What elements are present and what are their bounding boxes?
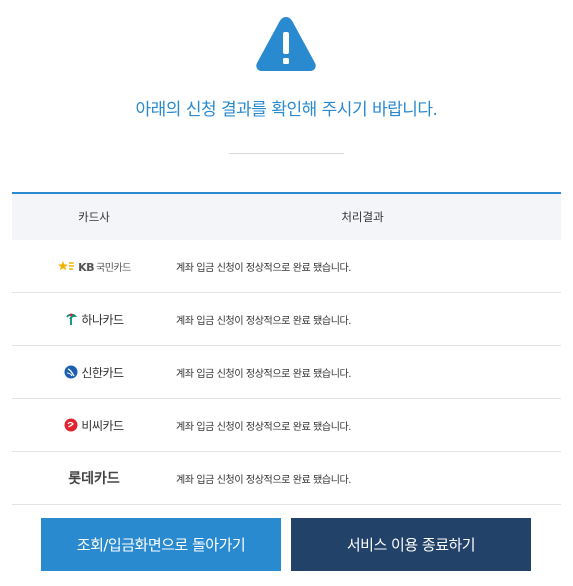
card-cell: KB 국민카드 bbox=[12, 259, 176, 274]
kb-star-icon bbox=[58, 261, 75, 271]
table-row: 신한카드 계좌 입금 신청이 정상적으로 완료 됐습니다. bbox=[12, 346, 561, 399]
column-header-card: 카드사 bbox=[78, 210, 110, 224]
result-text: 계좌 입금 신청이 정상적으로 완료 됐습니다. bbox=[176, 474, 352, 486]
lotte-card-logo: 롯데카드 bbox=[68, 468, 120, 488]
column-header-result: 처리결과 bbox=[341, 210, 384, 224]
result-text: 계좌 입금 신청이 정상적으로 완료 됐습니다. bbox=[176, 368, 352, 380]
card-name-sub: 국민카드 bbox=[96, 262, 131, 274]
result-text: 계좌 입금 신청이 정상적으로 완료 됐습니다. bbox=[176, 421, 352, 433]
result-text: 계좌 입금 신청이 정상적으로 완료 됐습니다. bbox=[176, 315, 352, 327]
result-text: 계좌 입금 신청이 정상적으로 완료 됐습니다. bbox=[176, 262, 352, 274]
warning-icon bbox=[256, 17, 316, 71]
hana-card-logo: 하나카드 bbox=[64, 311, 124, 328]
hana-leaf-icon bbox=[66, 313, 78, 325]
card-name: 비씨카드 bbox=[81, 418, 124, 433]
shinhan-globe-icon bbox=[64, 365, 78, 379]
table-header: 카드사 처리결과 bbox=[12, 194, 561, 240]
card-cell: 롯데카드 bbox=[12, 468, 176, 488]
divider bbox=[229, 153, 344, 154]
card-name: 신한카드 bbox=[81, 365, 124, 380]
shinhan-card-logo: 신한카드 bbox=[64, 364, 124, 381]
card-cell: 신한카드 bbox=[12, 364, 176, 381]
result-message: 아래의 신청 결과를 확인해 주시기 바랍니다. bbox=[135, 100, 438, 120]
card-name-main: KB bbox=[78, 260, 95, 274]
card-cell: 비씨카드 bbox=[12, 417, 176, 434]
bc-circle-icon bbox=[64, 418, 78, 432]
bc-card-logo: 비씨카드 bbox=[64, 417, 124, 434]
table-row: 비씨카드 계좌 입금 신청이 정상적으로 완료 됐습니다. bbox=[12, 399, 561, 452]
card-cell: 하나카드 bbox=[12, 311, 176, 328]
table-row: 하나카드 계좌 입금 신청이 정상적으로 완료 됐습니다. bbox=[12, 293, 561, 346]
table-row: KB 국민카드 계좌 입금 신청이 정상적으로 완료 됐습니다. bbox=[12, 240, 561, 293]
card-name: 롯데카드 bbox=[68, 471, 120, 487]
kb-card-logo: KB 국민카드 bbox=[57, 259, 131, 274]
result-table: 카드사 처리결과 KB 국민카드 계좌 입금 신청이 정상적으로 완료 됐습니다. bbox=[12, 192, 561, 505]
card-name: 하나카드 bbox=[81, 312, 124, 327]
end-service-button[interactable]: 서비스 이용 종료하기 bbox=[291, 518, 531, 571]
table-row: 롯데카드 계좌 입금 신청이 정상적으로 완료 됐습니다. bbox=[12, 452, 561, 505]
back-to-inquiry-button[interactable]: 조회/입금화면으로 돌아가기 bbox=[41, 518, 281, 571]
